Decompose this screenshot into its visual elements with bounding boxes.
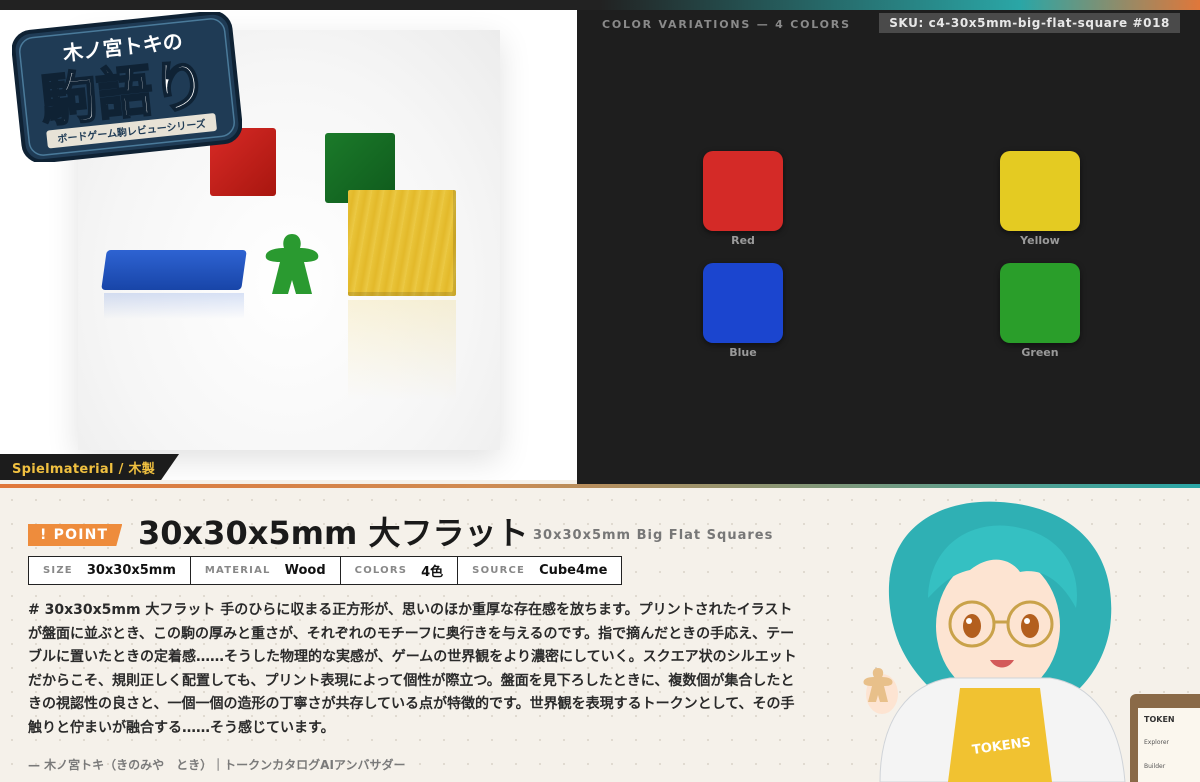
product-title: 30x30x5mm 大フラット	[138, 514, 529, 552]
product-subtitle: 30x30x5mm Big Flat Squares	[533, 528, 774, 543]
yellow-reflection	[348, 300, 456, 400]
spec-key: SOURCE	[472, 565, 526, 576]
clipboard-item-1: Explorer	[1144, 739, 1170, 746]
spec-key: MATERIAL	[204, 565, 271, 576]
spec-colors: COLORS 4色	[341, 557, 459, 584]
swatch-red[interactable]	[703, 151, 783, 231]
top-accent-bar	[0, 0, 1200, 10]
series-logo: 木ノ宮トキの 駒語り ボードゲーム駒レビューシリーズ	[12, 12, 242, 162]
review-body: # 30x30x5mm 大フラット 手のひらに収まる正方形が、思いのほか重厚な存…	[28, 602, 797, 736]
clipboard-item-2: Builder	[1144, 763, 1166, 770]
swatch-yellow[interactable]	[1000, 151, 1080, 231]
spec-value: 30x30x5mm	[86, 563, 176, 578]
spec-value: Cube4me	[539, 563, 608, 578]
swatch-green[interactable]	[1000, 263, 1080, 343]
spec-source: SOURCE Cube4me	[458, 557, 621, 584]
sku-badge: SKU: c4-30x5mm-big-flat-square #018	[879, 13, 1180, 33]
product-photo: 木ノ宮トキの 駒語り ボードゲーム駒レビューシリーズ Spielmaterial…	[0, 10, 577, 480]
ambassador-character: TOKENS TOKEN Explorer Builder	[863, 501, 1200, 782]
swatch-label-red: Red	[731, 234, 755, 247]
spec-table: SIZE 30x30x5mm MATERIAL Wood COLORS 4色 S…	[28, 556, 623, 585]
swatch-label-green: Green	[1021, 346, 1059, 359]
spec-value: Wood	[284, 563, 326, 578]
review-author: — 木ノ宮トキ（きのみや とき）｜トークンカタログAIアンバサダー	[28, 758, 406, 772]
spec-value: 4色	[421, 565, 444, 580]
spec-size: SIZE 30x30x5mm	[29, 557, 191, 584]
point-badge: ! POINT	[28, 524, 122, 546]
spec-material: MATERIAL Wood	[191, 557, 341, 584]
spec-key: SIZE	[43, 565, 73, 576]
yellow-piece	[348, 190, 456, 296]
clipboard-title: TOKEN	[1144, 715, 1175, 724]
color-variations-title: COLOR VARIATIONS — 4 COLORS	[602, 18, 851, 31]
blue-piece	[101, 250, 247, 290]
green-meeple	[265, 234, 319, 294]
swatch-label-blue: Blue	[729, 346, 757, 359]
color-variations-panel: COLOR VARIATIONS — 4 COLORS SKU: c4-30x5…	[577, 10, 1200, 484]
swatch-blue[interactable]	[703, 263, 783, 343]
blue-reflection	[104, 293, 244, 319]
spec-key: COLORS	[354, 565, 408, 576]
swatch-label-yellow: Yellow	[1020, 234, 1060, 247]
photo-category-tag: Spielmaterial / 木製	[0, 454, 179, 480]
